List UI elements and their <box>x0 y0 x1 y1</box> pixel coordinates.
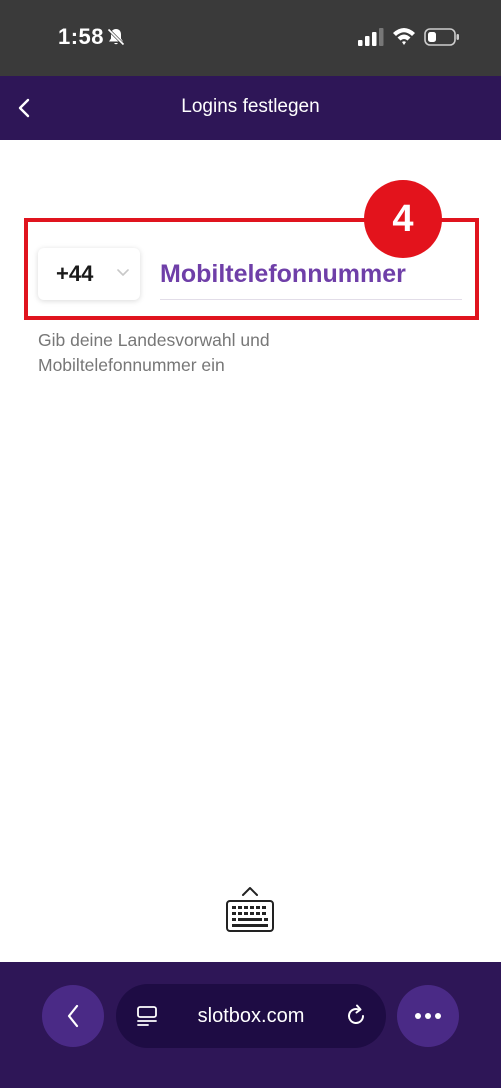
app-header: Logins festlegen <box>0 76 501 140</box>
battery-icon <box>424 28 459 46</box>
wifi-icon <box>393 28 415 45</box>
chevron-down-icon <box>117 269 129 276</box>
step-badge: 4 <box>364 180 442 258</box>
browser-toolbar: slotbox.com <box>0 962 501 1088</box>
country-code-select[interactable]: +44 <box>38 248 140 300</box>
status-bar: 1:58 <box>0 0 501 76</box>
status-time: 1:58 <box>58 24 105 49</box>
page-title: Logins festlegen <box>181 96 320 117</box>
reload-icon[interactable] <box>344 1004 368 1028</box>
browser-back-button[interactable] <box>42 985 104 1047</box>
bell-off-icon <box>107 28 125 46</box>
phone-number-input[interactable] <box>160 250 462 300</box>
country-code-value: +44 <box>56 261 94 286</box>
keyboard-icon[interactable] <box>224 886 276 934</box>
phone-helper-text: Gib deine Landesvorwahl und Mobiltelefon… <box>38 330 270 375</box>
address-bar[interactable]: slotbox.com <box>116 984 386 1048</box>
signal-icon <box>358 28 384 46</box>
more-icon <box>415 1013 441 1019</box>
more-options-button[interactable] <box>397 985 459 1047</box>
chevron-left-icon <box>67 1004 79 1028</box>
